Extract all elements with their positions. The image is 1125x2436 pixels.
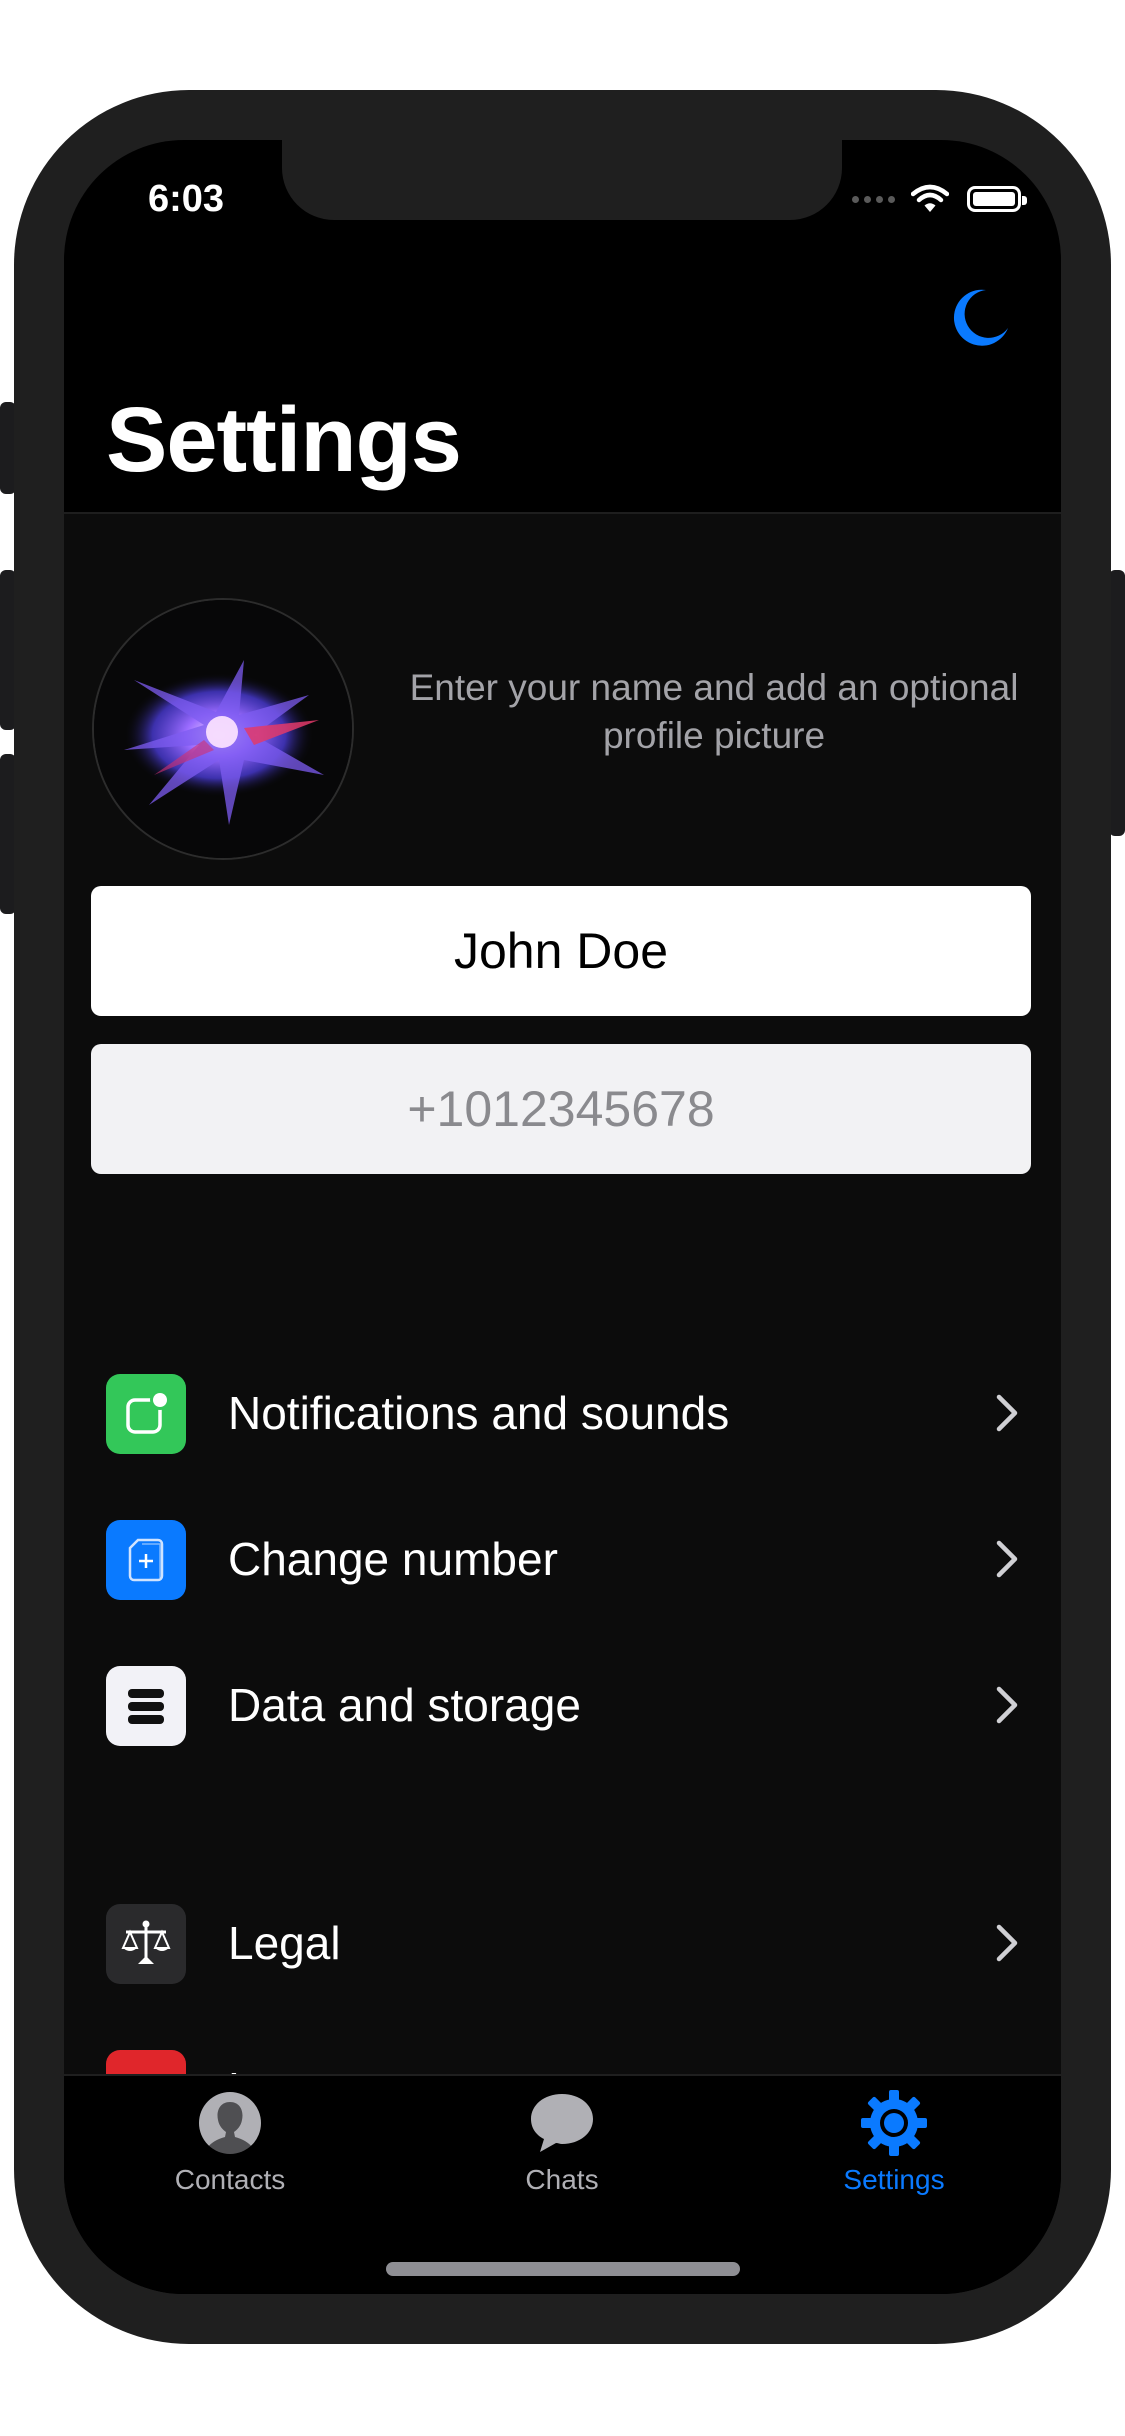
signal-icon xyxy=(852,195,895,203)
name-field[interactable]: John Doe xyxy=(91,886,1031,1016)
moon-icon[interactable] xyxy=(946,284,1012,350)
home-indicator xyxy=(386,2262,740,2276)
page-title: Settings xyxy=(106,389,462,491)
notification-badge-icon xyxy=(106,1374,186,1454)
tab-chats[interactable]: Chats xyxy=(462,2088,662,2196)
menu-item-label: Notifications and sounds xyxy=(228,1387,730,1439)
tab-bar: Contacts Chats Settings xyxy=(64,2074,1061,2294)
tab-contacts[interactable]: Contacts xyxy=(130,2088,330,2196)
menu-item-notifications[interactable]: Notifications and sounds xyxy=(64,1340,1061,1486)
sim-card-icon xyxy=(106,1520,186,1600)
storage-icon xyxy=(106,1666,186,1746)
chevron-right-icon xyxy=(996,1924,1018,1962)
profile-hint: Enter your name and add an optional prof… xyxy=(409,667,1019,756)
scales-icon xyxy=(106,1904,186,1984)
menu-item-change-number[interactable]: Change number xyxy=(64,1486,1061,1632)
notch xyxy=(282,140,842,220)
avatar-image xyxy=(94,600,352,858)
profile-avatar[interactable] xyxy=(92,598,354,860)
tab-settings[interactable]: Settings xyxy=(794,2088,994,2196)
menu-item-label: Legal xyxy=(228,1917,341,1969)
battery-icon xyxy=(967,186,1027,212)
chevron-right-icon xyxy=(996,1540,1018,1578)
menu-item-data-storage[interactable]: Data and storage xyxy=(64,1632,1061,1778)
settings-content: Enter your name and add an optional prof… xyxy=(64,514,1061,2130)
status-icons xyxy=(852,184,1027,214)
tab-label: Contacts xyxy=(174,2164,286,2195)
app-screen: 6:03 Settings Enter your name and add an… xyxy=(64,140,1061,2294)
status-time: 6:03 xyxy=(148,178,225,220)
phone-field[interactable]: +1012345678 xyxy=(91,1044,1031,1174)
tab-label: Chats xyxy=(525,2164,599,2195)
chat-bubble-icon xyxy=(531,2094,593,2152)
power-button xyxy=(1109,570,1125,836)
menu-item-label: Data and storage xyxy=(228,1679,581,1731)
wifi-icon xyxy=(911,184,949,212)
chevron-right-icon xyxy=(996,1394,1018,1432)
gear-icon xyxy=(861,2090,927,2156)
menu-item-label: Change number xyxy=(228,1533,558,1585)
contacts-icon xyxy=(199,2092,261,2157)
chevron-right-icon xyxy=(996,1686,1018,1724)
tab-label: Settings xyxy=(843,2164,945,2195)
menu-item-legal[interactable]: Legal xyxy=(64,1870,1061,2016)
